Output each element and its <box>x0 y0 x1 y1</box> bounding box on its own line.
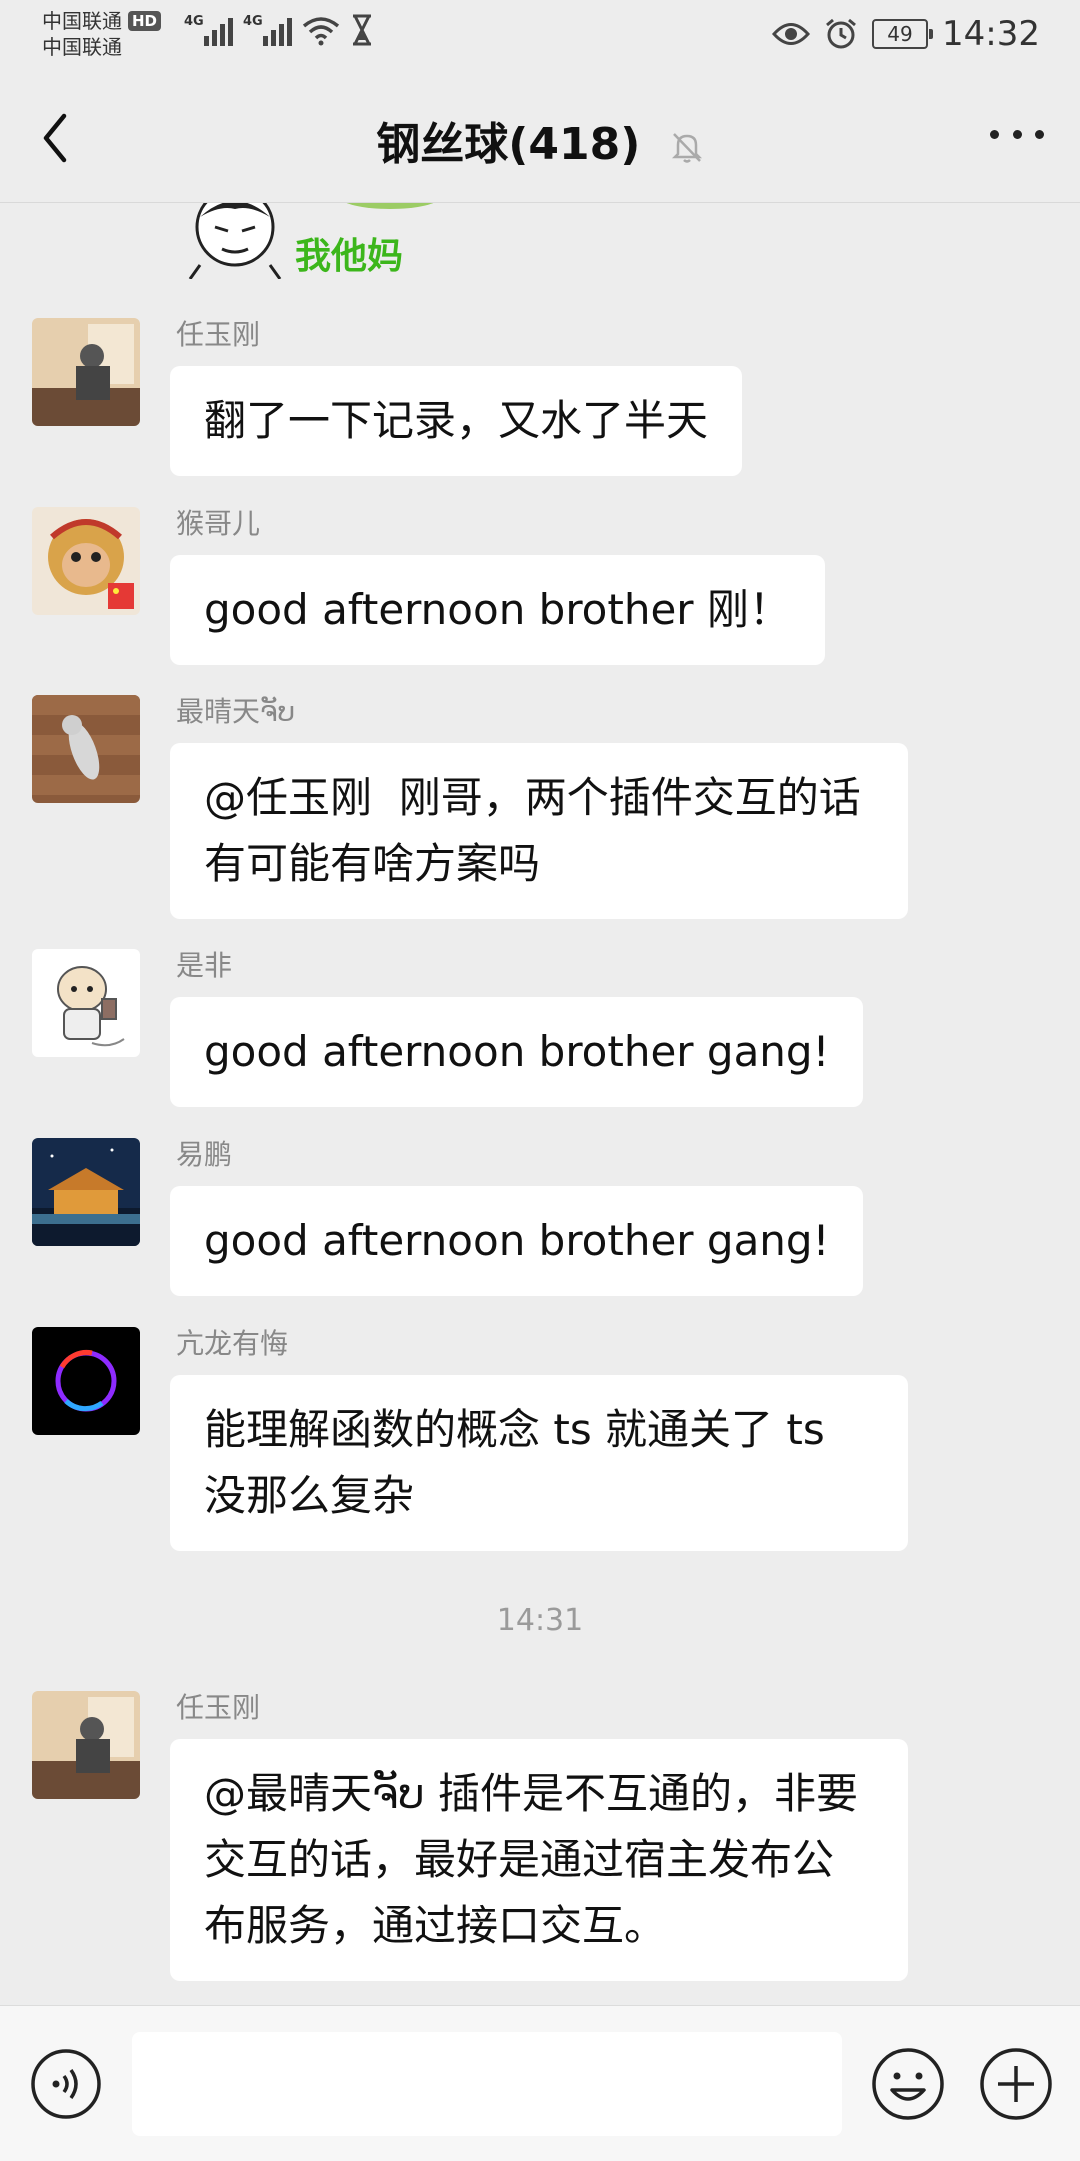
timestamp: 14:31 <box>496 1603 584 1638</box>
message-bubble[interactable]: good afternoon brother gang! <box>170 1186 864 1296</box>
mute-bell-icon <box>671 133 702 163</box>
message-bubble[interactable]: good afternoon brother 刚！ <box>170 555 825 665</box>
message-list[interactable]: 我他妈 任玉刚 翻了一下记录，又水了半天 猴哥儿 good afternoon … <box>0 203 1080 2003</box>
avatar[interactable] <box>32 1327 140 1435</box>
carrier-name-1: 中国联通 <box>42 9 122 33</box>
clock: 14:32 <box>942 14 1040 54</box>
wifi-icon <box>302 17 340 46</box>
message-bubble[interactable]: 能理解函数的概念 ts 就通关了 ts 没那么复杂 <box>170 1375 908 1551</box>
chat-title: 钢丝球(418) <box>376 119 641 170</box>
carrier-info: 中国联通 HD 中国联通 <box>42 8 162 60</box>
sender-name: 最晴天ຈັບ <box>176 695 296 728</box>
sender-name: 是非 <box>176 949 233 982</box>
sender-name: 易鹏 <box>176 1138 233 1171</box>
battery-indicator: 49 <box>872 19 934 49</box>
sender-name: 任玉刚 <box>176 318 261 351</box>
alarm-icon <box>826 18 856 49</box>
message-bubble[interactable]: @任玉刚 刚哥，两个插件交互的话有可能有啥方案吗 <box>170 743 908 919</box>
sender-name: 任玉刚 <box>176 1691 261 1724</box>
voice-input-icon[interactable] <box>30 2048 102 2120</box>
chat-title-area: 钢丝球(418) <box>0 108 1080 172</box>
input-bar <box>0 2005 1080 2161</box>
eye-icon <box>772 23 811 45</box>
more-options-button[interactable] <box>990 124 1044 144</box>
sender-name: 猴哥儿 <box>176 507 261 540</box>
message-bubble[interactable]: @最晴天ຈັບ 插件是不互通的，非要交互的话，最好是通过宿主发布公布服务，通过接… <box>170 1739 908 1981</box>
signal-indicators: 4G 4G <box>184 14 374 46</box>
message-input[interactable] <box>132 2032 842 2136</box>
sender-name: 亢龙有悔 <box>176 1327 289 1360</box>
avatar[interactable] <box>32 1138 140 1246</box>
hourglass-icon <box>353 14 371 46</box>
avatar[interactable] <box>32 507 140 615</box>
chat-header: 钢丝球(418) <box>0 70 1080 203</box>
emoji-icon[interactable] <box>870 2046 946 2122</box>
signal-icon: 4G <box>184 14 233 46</box>
hd-badge: HD <box>128 11 162 31</box>
avatar[interactable] <box>32 1691 140 1799</box>
message-bubble[interactable]: good afternoon brother gang! <box>170 997 864 1107</box>
avatar[interactable] <box>32 949 140 1057</box>
status-right: 49 14:32 <box>772 14 1040 54</box>
signal-icon: 4G <box>243 14 292 46</box>
sticker-caption: 我他妈 <box>295 236 404 277</box>
add-more-icon[interactable] <box>978 2046 1054 2122</box>
avatar[interactable] <box>32 695 140 803</box>
avatar[interactable] <box>32 318 140 426</box>
message-bubble[interactable]: 翻了一下记录，又水了半天 <box>170 366 743 476</box>
carrier-name-2: 中国联通 <box>42 35 122 59</box>
status-bar: 中国联通 HD 中国联通 4G 4G 49 14:32 <box>0 0 1080 70</box>
